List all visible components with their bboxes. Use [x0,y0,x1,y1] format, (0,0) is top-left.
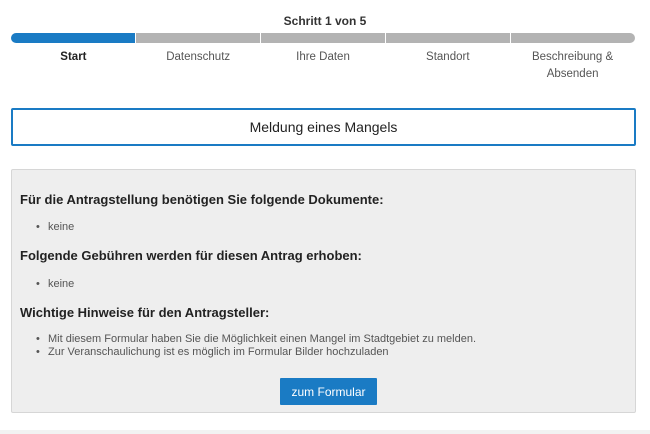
progress-segment-datenschutz [136,33,260,43]
documents-list: keine [36,221,74,234]
step-counter: Schritt 1 von 5 [283,14,367,28]
notes-heading: Wichtige Hinweise für den Antragsteller: [20,305,270,320]
fees-heading: Folgende Gebühren werden für diesen Antr… [20,248,362,263]
step-label-ihre-daten: Ihre Daten [296,51,350,63]
info-panel: Für die Antragstellung benötigen Sie fol… [11,169,636,413]
fees-list: keine [36,278,74,291]
bottom-divider [0,430,650,434]
progress-segment-start [11,33,135,43]
step-label-datenschutz: Datenschutz [166,51,231,63]
list-item: Zur Veranschaulichung ist es möglich im … [36,346,476,359]
step-label-start: Start [60,51,87,63]
step-label-beschreibung: Beschreibung & Absenden [531,51,614,80]
form-title: Meldung eines Mangels [11,108,636,146]
step-label-standort: Standort [426,51,470,63]
progress-segment-beschreibung [511,33,635,43]
documents-heading: Für die Antragstellung benötigen Sie fol… [20,192,384,207]
step-labels: Start Datenschutz Ihre Daten Standort Be… [11,49,635,83]
to-form-button[interactable]: zum Formular [280,378,377,405]
progress-bar [11,33,635,43]
notes-list: Mit diesem Formular haben Sie die Möglic… [36,333,476,359]
list-item: keine [36,221,74,234]
progress-segment-standort [386,33,510,43]
list-item: keine [36,278,74,291]
list-item: Mit diesem Formular haben Sie die Möglic… [36,333,476,346]
progress-segment-ihre-daten [261,33,385,43]
